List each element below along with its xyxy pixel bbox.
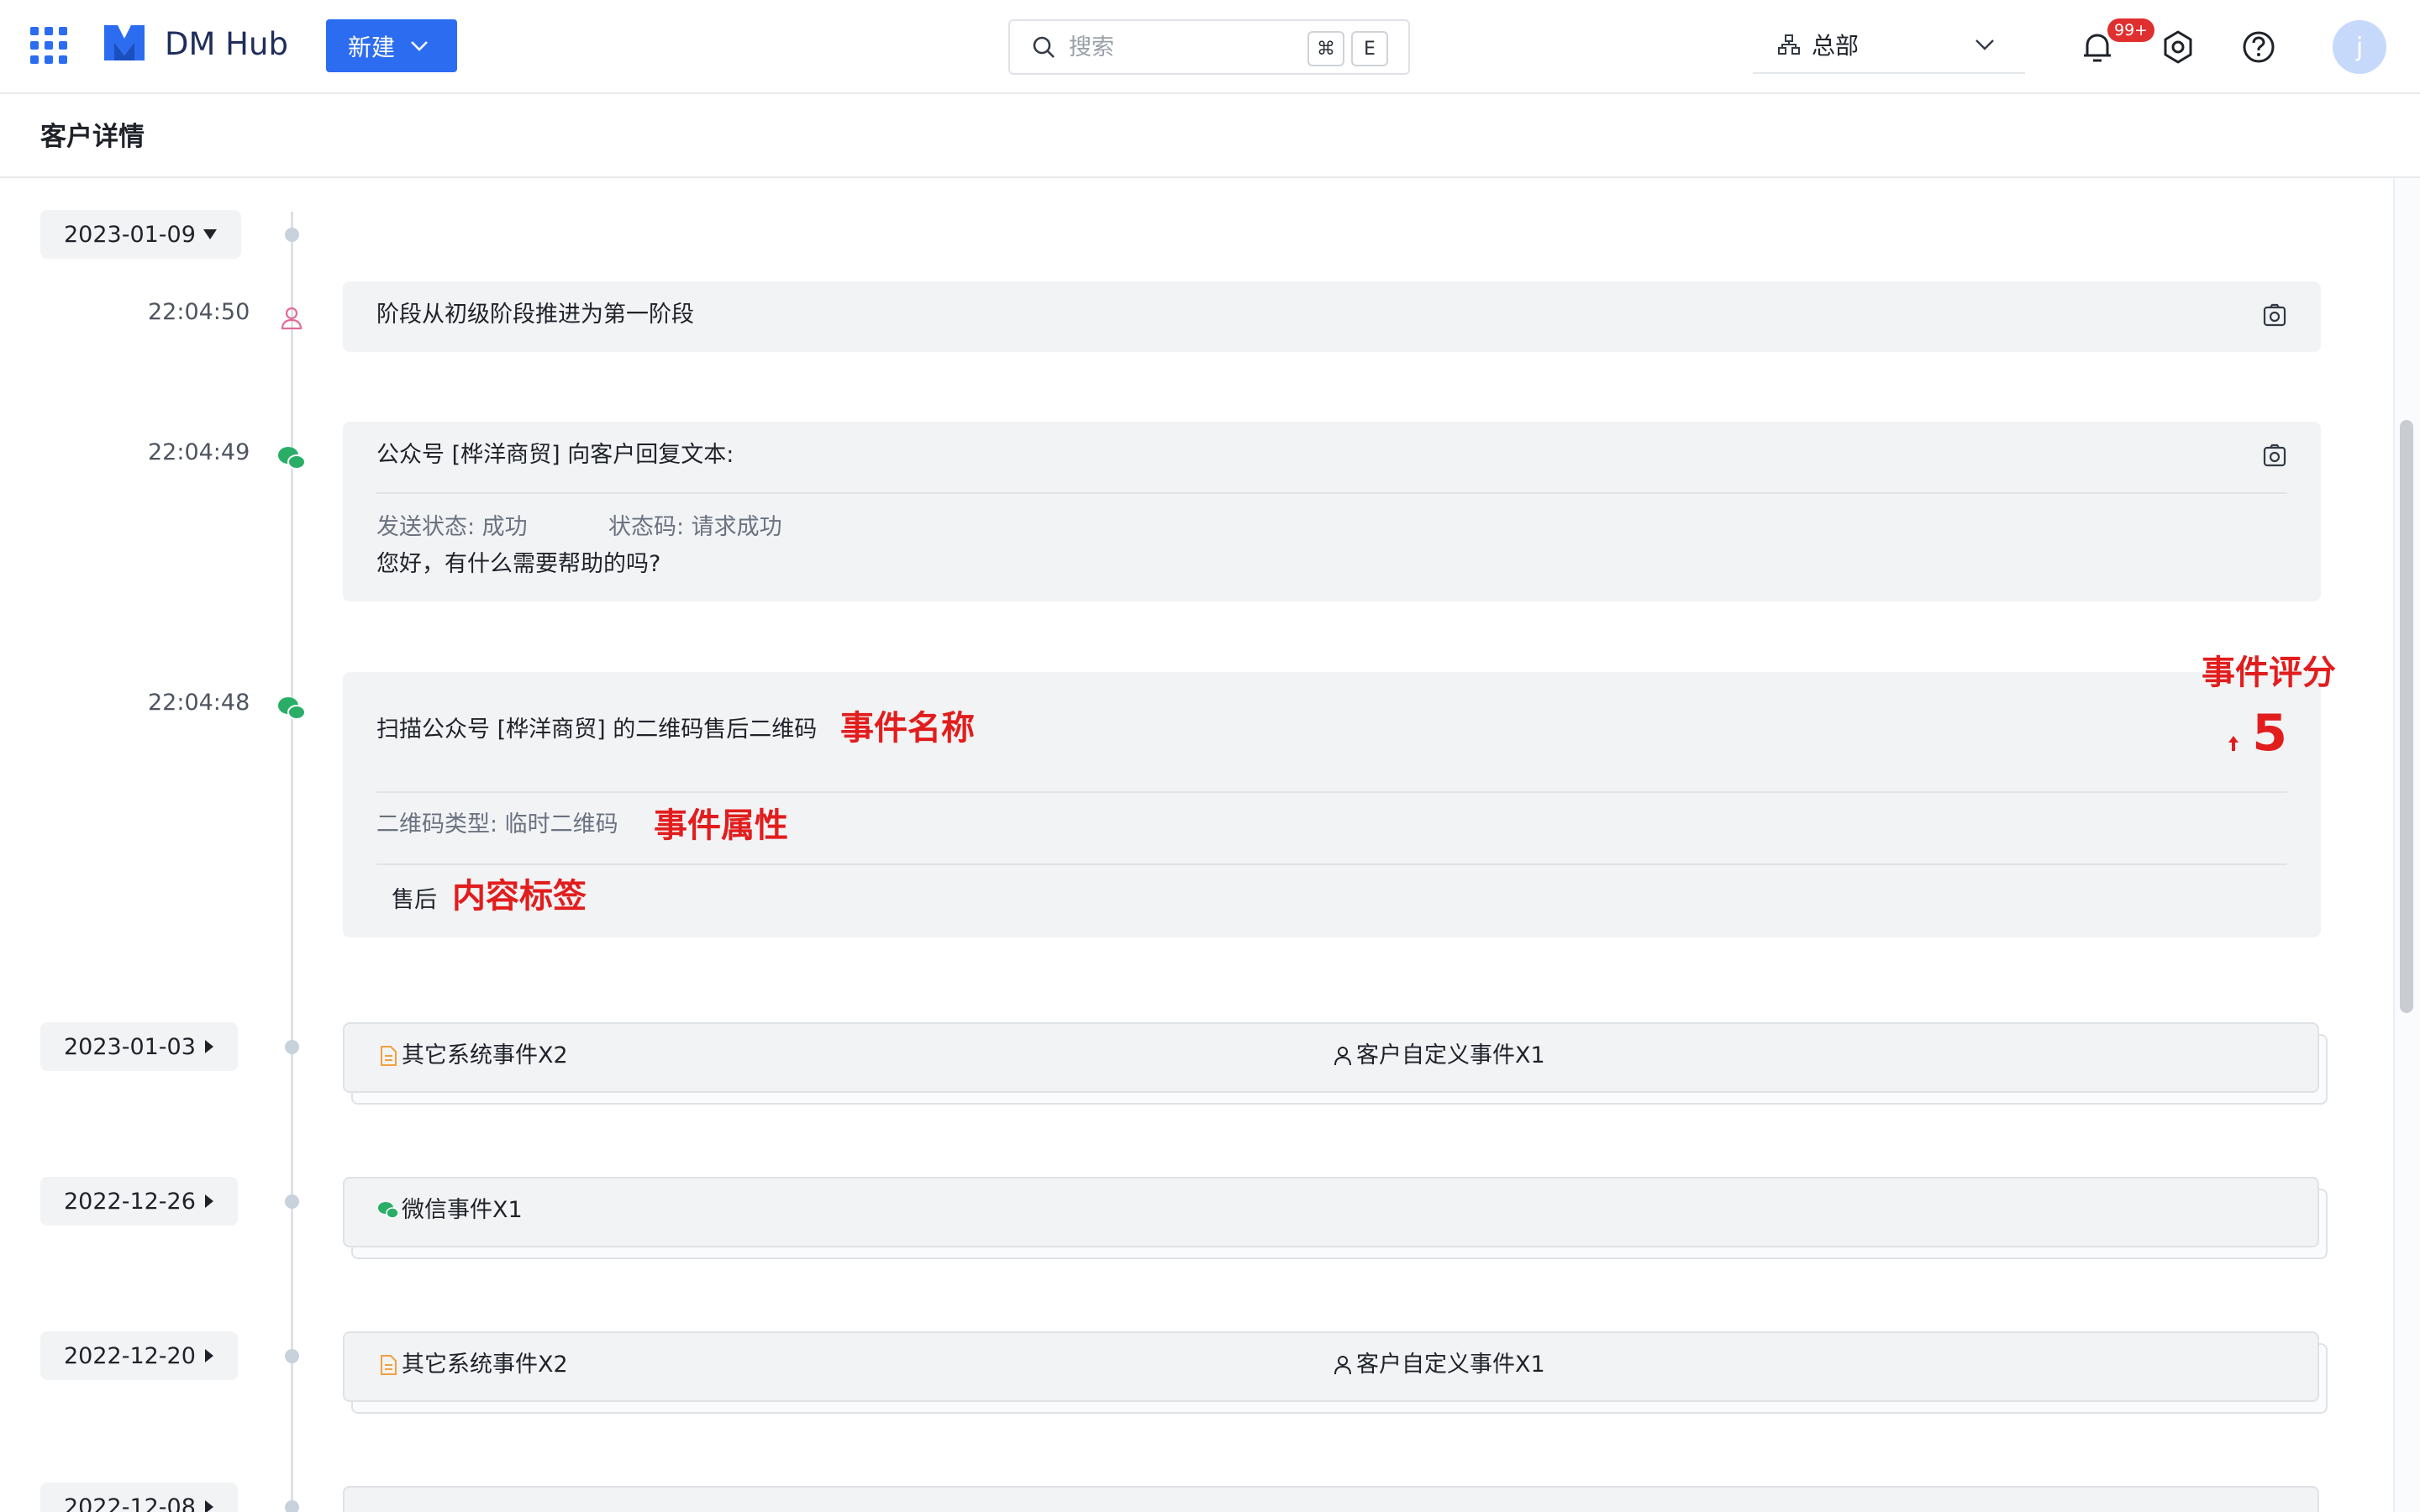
timeline-dot: [285, 1040, 299, 1054]
wechat-icon: [278, 697, 306, 720]
caret-right-icon: [204, 1500, 213, 1512]
card-divider: [376, 791, 2287, 793]
chevron-down-icon: [1975, 39, 1994, 50]
collapsed-events-summary[interactable]: 其它系统事件X2 客户自定义事件X1: [343, 1331, 2328, 1415]
score-arrow-up-icon: [2228, 736, 2238, 751]
user-icon: [281, 307, 302, 330]
summary-item: 其它系统事件X2: [376, 1348, 568, 1382]
date-label: 2022-12-08: [64, 1494, 196, 1512]
timeline-dot: [285, 1194, 299, 1209]
annotation-content-tag: 内容标签: [452, 877, 587, 916]
annotation-event-attribute: 事件属性: [654, 806, 788, 845]
summary-item: 客户自定义事件X1: [1331, 1348, 1545, 1382]
settings-gear-icon[interactable]: [2160, 29, 2196, 66]
summary-item: 微信事件X1: [376, 1194, 523, 1227]
chevron-down-icon: [411, 40, 428, 51]
event-attribute: 二维码类型: 临时二维码: [376, 811, 618, 837]
new-button[interactable]: 新建: [326, 19, 457, 72]
scrollbar-thumb[interactable]: [2400, 420, 2413, 1013]
date-label: 2023-01-03: [64, 1033, 196, 1060]
page-header: 客户详情: [0, 96, 2420, 178]
collapsed-events-summary[interactable]: 微信事件X1: [343, 1177, 2328, 1261]
timeline-line: [291, 212, 293, 1512]
event-score: 5: [2252, 704, 2287, 763]
card-divider: [376, 864, 2287, 865]
event-title: 阶段从初级阶段推进为第一阶段: [376, 302, 694, 328]
snapshot-icon[interactable]: [2262, 303, 2287, 328]
search-input[interactable]: [1069, 34, 1304, 60]
date-label: 2022-12-26: [64, 1188, 196, 1215]
card-stack-front: [343, 1177, 2319, 1247]
event-time: 22:04:48: [148, 690, 250, 716]
annotation-event-score: 事件评分: [2202, 654, 2336, 692]
caret-right-icon: [204, 1040, 213, 1053]
date-toggle-expanded[interactable]: 2023-01-09: [40, 210, 241, 259]
date-toggle-collapsed[interactable]: 2022-12-08: [40, 1483, 238, 1512]
annotation-event-name: 事件名称: [840, 709, 975, 748]
brand-name: DM Hub: [165, 26, 288, 62]
date-toggle-collapsed[interactable]: 2023-01-03: [40, 1022, 238, 1071]
org-label: 总部: [1812, 32, 1860, 60]
caret-down-icon: [203, 229, 217, 239]
app-grid-icon[interactable]: [30, 27, 67, 64]
summary-label: 客户自定义事件X1: [1356, 1042, 1545, 1068]
user-icon: [1334, 1356, 1351, 1375]
event-time: 22:04:50: [148, 299, 250, 325]
page-title: 客户详情: [40, 122, 145, 152]
global-search[interactable]: ⌘ E: [1008, 19, 1410, 75]
summary-label: 其它系统事件X2: [402, 1042, 568, 1068]
shortcut-key-e: E: [1351, 31, 1388, 66]
card-divider: [376, 492, 2287, 494]
event-card[interactable]: 公众号 [桦洋商贸] 向客户回复文本: 发送状态: 成功 状态码: 请求成功 您…: [343, 422, 2321, 601]
event-card[interactable]: 阶段从初级阶段推进为第一阶段: [343, 281, 2321, 352]
help-icon[interactable]: [2240, 29, 2277, 66]
snapshot-icon[interactable]: [2262, 444, 2287, 469]
summary-label: 微信事件X1: [402, 1197, 523, 1223]
event-title: 扫描公众号 [桦洋商贸] 的二维码售后二维码: [376, 717, 818, 743]
document-icon: [381, 1046, 397, 1066]
user-avatar[interactable]: j: [2333, 20, 2386, 74]
summary-label: 客户自定义事件X1: [1356, 1352, 1545, 1378]
summary-label: 其它系统事件X2: [402, 1352, 568, 1378]
event-card[interactable]: 扫描公众号 [桦洋商贸] 的二维码售后二维码 事件名称 5 二维码类型: 临时二…: [343, 672, 2321, 937]
wechat-icon: [278, 447, 306, 470]
shortcut-key-cmd: ⌘: [1307, 31, 1344, 66]
content-tag: 售后: [392, 887, 437, 913]
event-title: 公众号 [桦洋商贸] 向客户回复文本:: [376, 442, 734, 468]
caret-right-icon: [204, 1349, 213, 1362]
summary-item: 客户自定义事件X1: [1331, 1039, 1545, 1073]
summary-item: 其它系统事件X2: [376, 1039, 568, 1073]
card-stack-front: [343, 1486, 2319, 1512]
caret-right-icon: [204, 1194, 213, 1208]
collapsed-events-summary[interactable]: 其它系统事件X2 客户自定义事件X1: [343, 1022, 2328, 1106]
org-structure-icon: [1778, 34, 1800, 55]
user-icon: [1334, 1047, 1351, 1066]
event-time: 22:04:49: [148, 439, 250, 465]
document-icon: [381, 1355, 397, 1375]
timeline-dot: [285, 228, 299, 242]
notification-badge: 99+: [2107, 18, 2155, 42]
date-toggle-collapsed[interactable]: 2022-12-20: [40, 1331, 238, 1380]
search-icon: [1033, 36, 1055, 58]
status-code: 状态码: 请求成功: [608, 514, 782, 540]
new-button-label: 新建: [348, 33, 396, 61]
timeline-dot: [285, 1349, 299, 1363]
dm-hub-logo-icon: [104, 25, 145, 60]
collapsed-events-summary[interactable]: [343, 1486, 2328, 1512]
send-status: 发送状态: 成功: [376, 514, 528, 540]
top-navigation-bar: DM Hub 新建 ⌘ E 总部 99+ j: [0, 0, 2420, 94]
date-label: 2023-01-09: [64, 221, 196, 248]
wechat-icon: [378, 1202, 399, 1219]
reply-text: 您好，有什么需要帮助的吗?: [376, 551, 661, 577]
org-selector[interactable]: 总部: [1753, 17, 2025, 74]
date-label: 2022-12-20: [64, 1342, 196, 1369]
timeline-dot: [285, 1500, 299, 1512]
date-toggle-collapsed[interactable]: 2022-12-26: [40, 1177, 238, 1226]
